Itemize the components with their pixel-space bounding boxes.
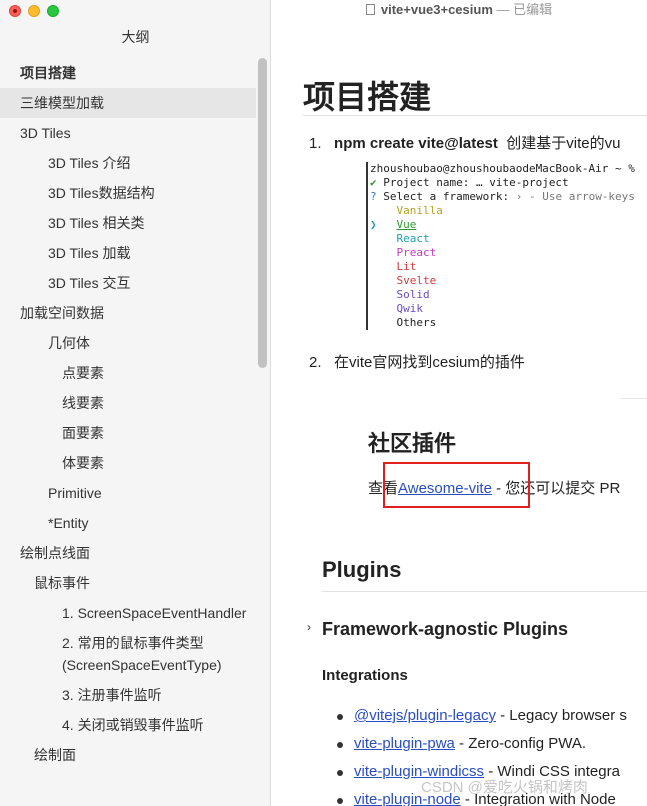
plugins-divider — [322, 591, 647, 592]
question-icon: ? — [370, 190, 377, 203]
sidebar-outline-item[interactable]: 3. 注册事件监听 — [0, 680, 256, 710]
sidebar-outline-item[interactable]: 加载空间数据 — [0, 298, 256, 328]
plugin-desc: - Zero-config PWA. — [454, 735, 587, 752]
terminal-prompt: zhoushoubao@zhoushoubaodeMacBook-Air ~ % — [370, 162, 635, 175]
terminal-screenshot: zhoushoubao@zhoushoubaodeMacBook-Air ~ %… — [366, 162, 635, 330]
plugin-link[interactable]: vite-plugin-pwa — [354, 735, 455, 752]
pointer-icon: ❯ — [370, 218, 377, 231]
step-2-number: 2. — [309, 354, 322, 371]
list-item: @vitejs/plugin-legacy - Legacy browser s — [333, 704, 627, 732]
edited-status: 已编辑 — [513, 2, 553, 17]
document-icon — [365, 4, 375, 15]
plugins-heading: Plugins — [322, 557, 402, 582]
list-item: vite-plugin-pwa - Zero-config PWA. — [333, 732, 627, 760]
terminal-project-line: Project name: … vite-project — [383, 176, 569, 189]
minimize-window-button[interactable] — [28, 5, 40, 17]
editor-area[interactable]: vite+vue3+cesium — 已编辑 项目搭建 1. npm creat… — [271, 0, 647, 806]
sidebar-scrollbar[interactable] — [258, 58, 267, 368]
integrations-heading: Integrations — [322, 667, 408, 684]
bullet-icon — [337, 798, 343, 804]
option-others: Others — [396, 316, 437, 329]
highlight-box — [383, 462, 530, 508]
framework-agnostic-heading: Framework-agnostic Plugins — [322, 619, 569, 639]
sidebar-outline-item[interactable]: 面要素 — [0, 418, 256, 448]
sidebar-outline-item[interactable]: 鼠标事件 — [0, 568, 256, 598]
sidebar-outline-item[interactable]: 2. 常用的鼠标事件类型(ScreenSpaceEventType) — [0, 628, 256, 680]
step-2: 2. 在vite官网找到cesium的插件 — [309, 351, 525, 372]
step-1-command: npm create vite@latest — [334, 135, 498, 152]
sidebar-outline-item[interactable]: 几何体 — [0, 328, 256, 358]
window-controls — [9, 5, 59, 17]
step-1: 1. npm create vite@latest 创建基于vite的vu — [309, 132, 620, 153]
watermark: CSDN @爱吃火锅和烤肉 — [421, 779, 588, 796]
heading-divider — [303, 115, 647, 116]
option-vanilla: Vanilla — [396, 204, 443, 217]
sidebar-outline-item[interactable]: 绘制点线面 — [0, 538, 256, 568]
document-title: vite+vue3+cesium — [380, 2, 493, 17]
sidebar-outline-item[interactable]: *Entity — [0, 508, 256, 538]
sidebar-outline-item[interactable]: 3D Tiles 交互 — [0, 268, 256, 298]
embedded-page-divider — [621, 398, 647, 399]
window-titlebar: vite+vue3+cesium — 已编辑 — [271, 0, 647, 22]
terminal-hint: › - Use arrow-keys — [515, 190, 635, 203]
outline-sidebar: 大纲 项目搭建 三维模型加载 3D Tiles 3D Tiles 介绍 3D Tiles… — [0, 0, 271, 806]
option-lit: Lit — [396, 260, 417, 273]
sidebar-outline-item[interactable]: 3D Tiles 相关类 — [0, 208, 256, 238]
outline-list: 项目搭建 三维模型加载 3D Tiles 3D Tiles 介绍 3D Tiles数据结… — [0, 58, 256, 770]
bullet-icon — [337, 714, 343, 720]
option-preact: Preact — [396, 246, 437, 259]
bullet-icon — [337, 742, 343, 748]
community-plugins-heading: 社区插件 — [368, 431, 457, 456]
check-icon: ✔ — [370, 176, 377, 189]
option-react: React — [396, 232, 430, 245]
sidebar-title: 大纲 — [121, 29, 150, 45]
sidebar-outline-item[interactable]: 3D Tiles数据结构 — [0, 178, 256, 208]
page-heading: 项目搭建 — [303, 79, 432, 115]
bullet-icon — [337, 770, 343, 776]
option-vue: Vue — [396, 218, 417, 231]
sidebar-outline-item[interactable]: 体要素 — [0, 448, 256, 478]
sidebar-outline-item[interactable]: 绘制面 — [0, 740, 256, 770]
sidebar-outline-item[interactable]: 3D Tiles 介绍 — [0, 148, 256, 178]
sidebar-outline-item[interactable]: 点要素 — [0, 358, 256, 388]
zoom-window-button[interactable] — [47, 5, 59, 17]
sidebar-outline-item[interactable]: 3D Tiles — [0, 118, 256, 148]
option-svelte: Svelte — [396, 274, 437, 287]
plugin-link[interactable]: @vitejs/plugin-legacy — [354, 707, 496, 724]
terminal-select-line: Select a framework: — [383, 190, 510, 203]
sidebar-outline-item[interactable]: Primitive — [0, 478, 256, 508]
close-window-button[interactable] — [9, 5, 21, 17]
title-separator: — — [492, 2, 514, 17]
sidebar-outline-item[interactable]: 3D Tiles 加载 — [0, 238, 256, 268]
sidebar-outline-item[interactable]: 4. 关闭或销毁事件监听 — [0, 710, 256, 740]
collapse-chevron-icon[interactable]: › — [307, 620, 311, 634]
plugin-desc: - Legacy browser s — [495, 707, 627, 724]
option-qwik: Qwik — [396, 302, 424, 315]
step-1-text: 创建基于vite的vu — [506, 135, 621, 152]
sidebar-outline-item[interactable]: 三维模型加载 — [0, 88, 256, 118]
sidebar-outline-item[interactable]: 项目搭建 — [0, 58, 256, 88]
sidebar-outline-item[interactable]: 1. ScreenSpaceEventHandler — [0, 598, 256, 628]
step-2-text: 在vite官网找到cesium的插件 — [334, 354, 525, 371]
step-1-number: 1. — [309, 135, 322, 152]
option-solid: Solid — [396, 288, 430, 301]
sidebar-outline-item[interactable]: 线要素 — [0, 388, 256, 418]
